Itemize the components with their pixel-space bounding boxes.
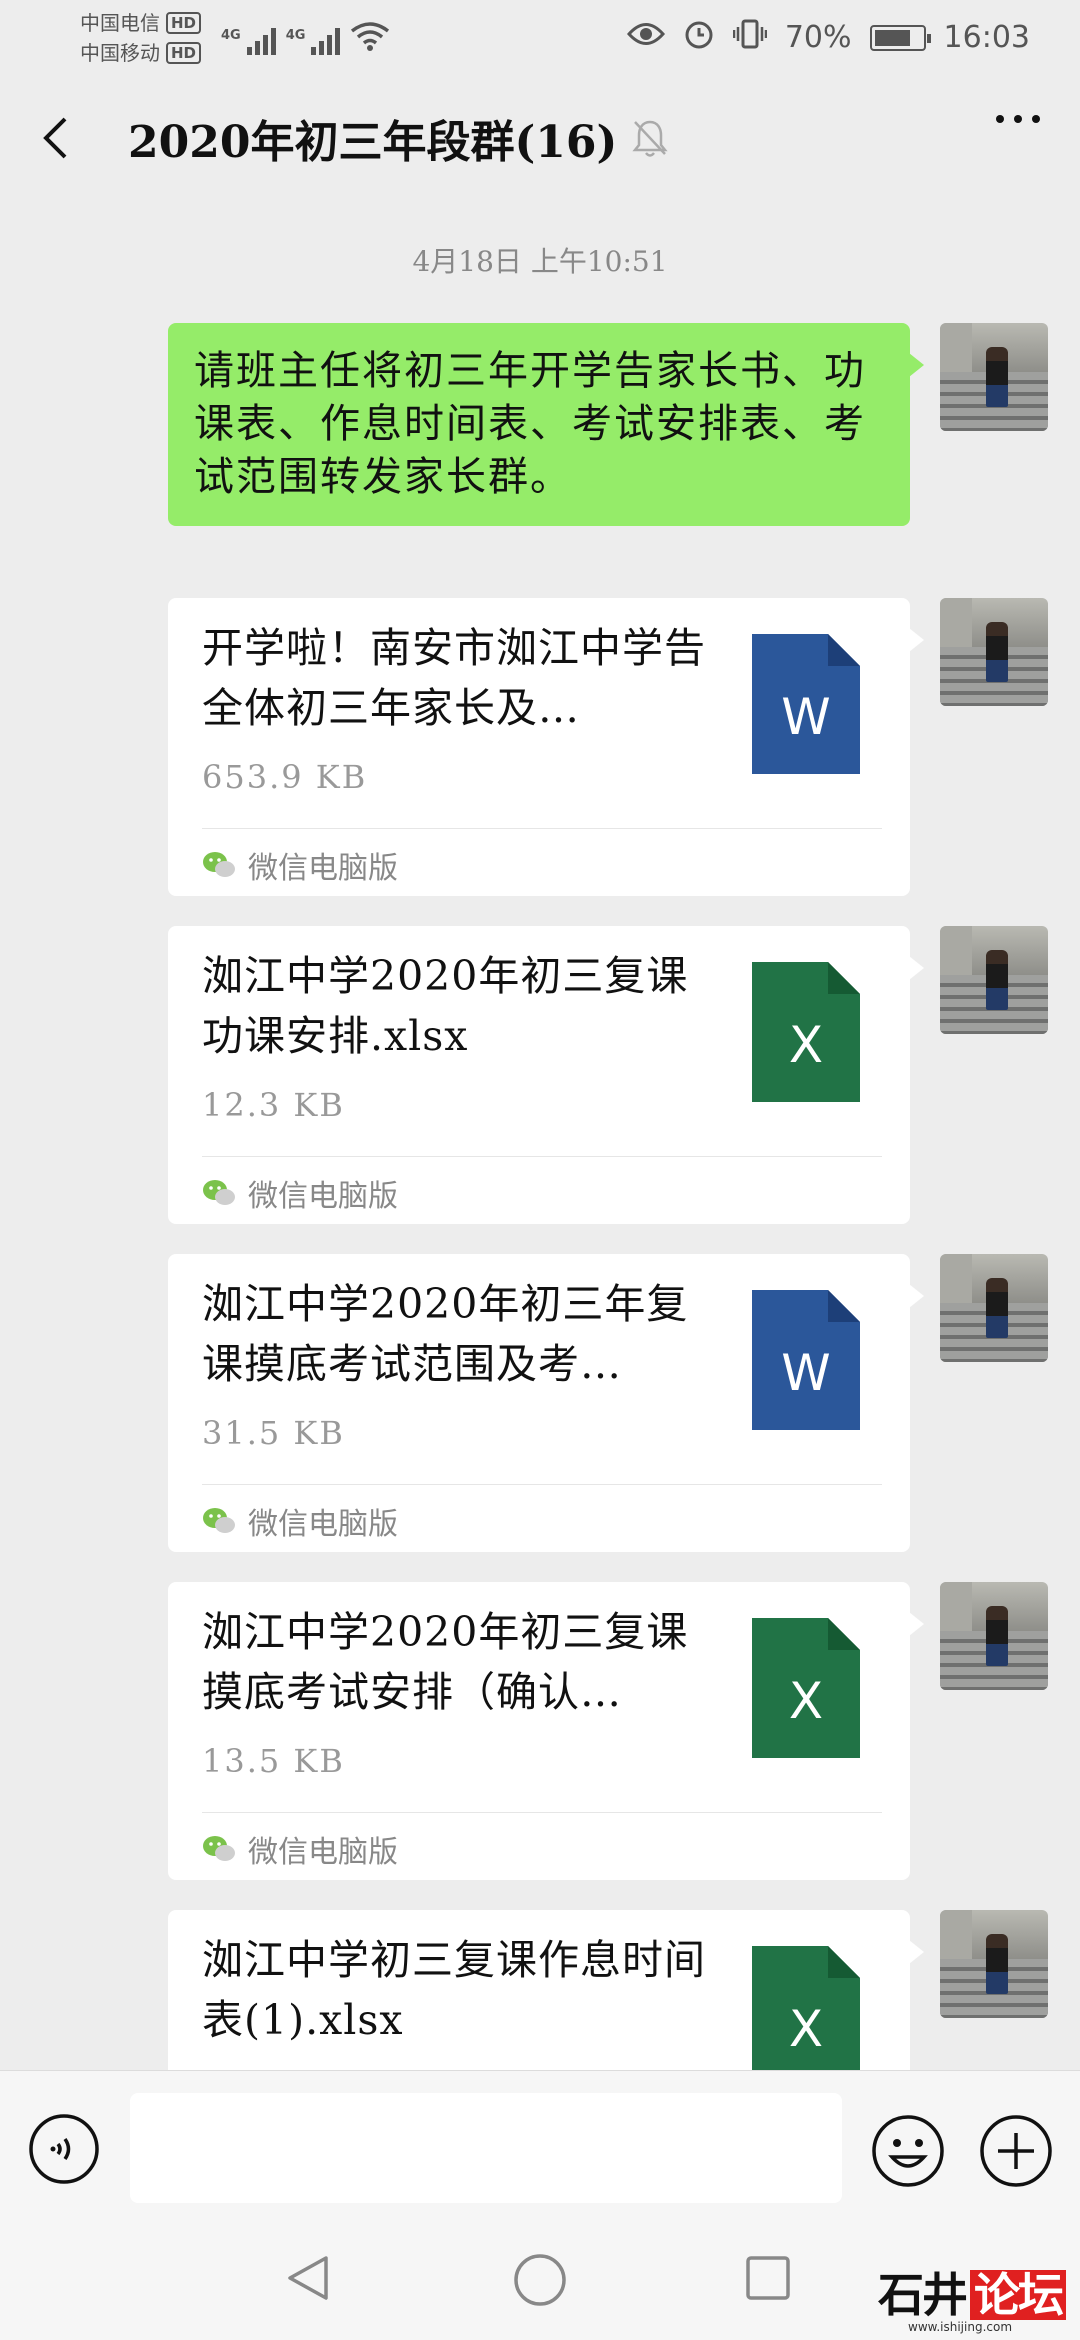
nav-recents-button[interactable] — [742, 2252, 794, 2308]
signal-2-icon: 4G — [286, 27, 341, 55]
chat-input-bar — [0, 2070, 1080, 2220]
file-message-card[interactable]: 洳江中学2020年初三复课摸底考试安排（确认… 13.5 KB X 微信电脑版 — [168, 1582, 924, 1880]
svg-text:X: X — [789, 1672, 823, 1730]
excel-file-icon: X — [752, 962, 860, 1102]
file-source-label: 微信电脑版 — [248, 1507, 398, 1542]
watermark-brand-a: 石井 — [878, 2268, 968, 2322]
file-name: 洳江中学初三复课作息时间表(1).xlsx — [202, 1936, 706, 2044]
nav-back-button[interactable] — [282, 2252, 334, 2308]
vibrate-icon — [732, 18, 768, 58]
file-name: 洳江中学2020年初三年复课摸底考试范围及考… — [202, 1280, 689, 1388]
chat-header: 2020年初三年段群(16) — [0, 75, 1080, 200]
excel-file-icon: X — [752, 1618, 860, 1758]
file-source: 微信电脑版 — [202, 1499, 398, 1543]
wifi-icon — [350, 21, 390, 55]
file-message-card[interactable]: 洳江中学2020年初三年复课摸底考试范围及考… 31.5 KB W 微信电脑版 — [168, 1254, 924, 1552]
file-source-label: 微信电脑版 — [248, 1179, 398, 1214]
text-message-bubble[interactable]: 请班主任将初三年开学告家长书、功课表、作息时间表、考试安排表、考试范围转发家长群… — [168, 323, 924, 526]
file-size: 12.3 KB — [202, 1086, 345, 1124]
divider — [202, 1484, 882, 1485]
excel-file-icon: X — [752, 1946, 860, 2086]
svg-text:W: W — [781, 1344, 830, 1402]
hd-badge: HD — [166, 41, 202, 64]
avatar[interactable] — [940, 1254, 1048, 1362]
eye-icon — [626, 20, 665, 55]
square-recents-icon — [746, 2256, 790, 2300]
file-name: 洳江中学2020年初三复课功课安排.xlsx — [202, 952, 689, 1060]
emoji-button[interactable] — [870, 2113, 946, 2189]
back-button[interactable] — [30, 108, 80, 168]
more-functions-button[interactable] — [978, 2113, 1054, 2189]
triangle-back-icon — [288, 2256, 328, 2300]
more-dot-icon — [1032, 115, 1040, 123]
svg-text:W: W — [781, 688, 830, 746]
file-source: 微信电脑版 — [202, 843, 398, 887]
message-timestamp: 4月18日 上午10:51 — [412, 245, 668, 278]
signal-1-icon: 4G — [221, 27, 276, 55]
carrier-1: 中国电信 — [80, 10, 160, 35]
avatar[interactable] — [940, 926, 1048, 1034]
watermark-url: www.ishijing.com — [908, 2320, 1013, 2334]
battery-percent: 70% — [784, 20, 852, 55]
hd-badge: HD — [166, 11, 202, 34]
emoji-icon — [872, 2115, 944, 2187]
file-source-label: 微信电脑版 — [248, 1835, 398, 1870]
file-size: 31.5 KB — [202, 1414, 345, 1452]
plus-icon — [980, 2115, 1052, 2187]
mute-bell-icon — [631, 118, 669, 158]
more-dot-icon — [1014, 115, 1022, 123]
file-size: 13.5 KB — [202, 1742, 345, 1780]
avatar[interactable] — [940, 598, 1048, 706]
file-source: 微信电脑版 — [202, 1827, 398, 1871]
alarm-icon — [683, 18, 715, 58]
svg-text:X: X — [789, 2000, 823, 2058]
watermark-brand-b: 论坛 — [970, 2270, 1066, 2320]
carrier-info: 中国电信 HD 中国移动 HD — [80, 8, 202, 68]
file-message-card[interactable]: 洳江中学2020年初三复课功课安排.xlsx 12.3 KB X 微信电脑版 — [168, 926, 924, 1224]
divider — [202, 1812, 882, 1813]
wechat-icon — [203, 1836, 235, 1861]
wechat-icon — [203, 1508, 235, 1533]
divider — [202, 1156, 882, 1157]
chevron-left-icon — [43, 117, 67, 158]
wechat-icon — [203, 1180, 235, 1205]
status-bar: 中国电信 HD 中国移动 HD 4G 4G 70% 16:03 — [0, 0, 1080, 75]
message-input[interactable] — [130, 2093, 842, 2203]
clock: 16:03 — [943, 20, 1030, 55]
avatar[interactable] — [940, 323, 1048, 431]
file-name: 开学啦！南安市洳江中学告全体初三年家长及… — [202, 624, 706, 732]
site-watermark: 石井 论坛 www.ishijing.com — [878, 2270, 1078, 2336]
chat-title: 2020年初三年段群(16) — [128, 116, 618, 168]
file-source: 微信电脑版 — [202, 1171, 398, 1215]
word-file-icon: W — [752, 634, 860, 774]
carrier-2: 中国移动 — [80, 40, 160, 65]
svg-text:X: X — [789, 1016, 823, 1074]
avatar[interactable] — [940, 1582, 1048, 1690]
divider — [202, 828, 882, 829]
file-message-card[interactable]: 开学啦！南安市洳江中学告全体初三年家长及… 653.9 KB W 微信电脑版 — [168, 598, 924, 896]
word-file-icon: W — [752, 1290, 860, 1430]
signal-icons: 4G 4G — [221, 21, 390, 55]
file-size: 653.9 KB — [202, 758, 368, 796]
voice-input-button[interactable] — [28, 2113, 100, 2185]
file-source-label: 微信电脑版 — [248, 851, 398, 886]
file-name: 洳江中学2020年初三复课摸底考试安排（确认… — [202, 1608, 689, 1716]
battery-icon — [869, 24, 931, 51]
wechat-icon — [203, 852, 235, 877]
more-options-button[interactable] — [996, 115, 1040, 123]
circle-home-icon — [514, 2254, 566, 2306]
voice-icon — [29, 2114, 99, 2184]
more-dot-icon — [996, 115, 1004, 123]
nav-home-button[interactable] — [512, 2252, 568, 2312]
avatar[interactable] — [940, 1910, 1048, 2018]
